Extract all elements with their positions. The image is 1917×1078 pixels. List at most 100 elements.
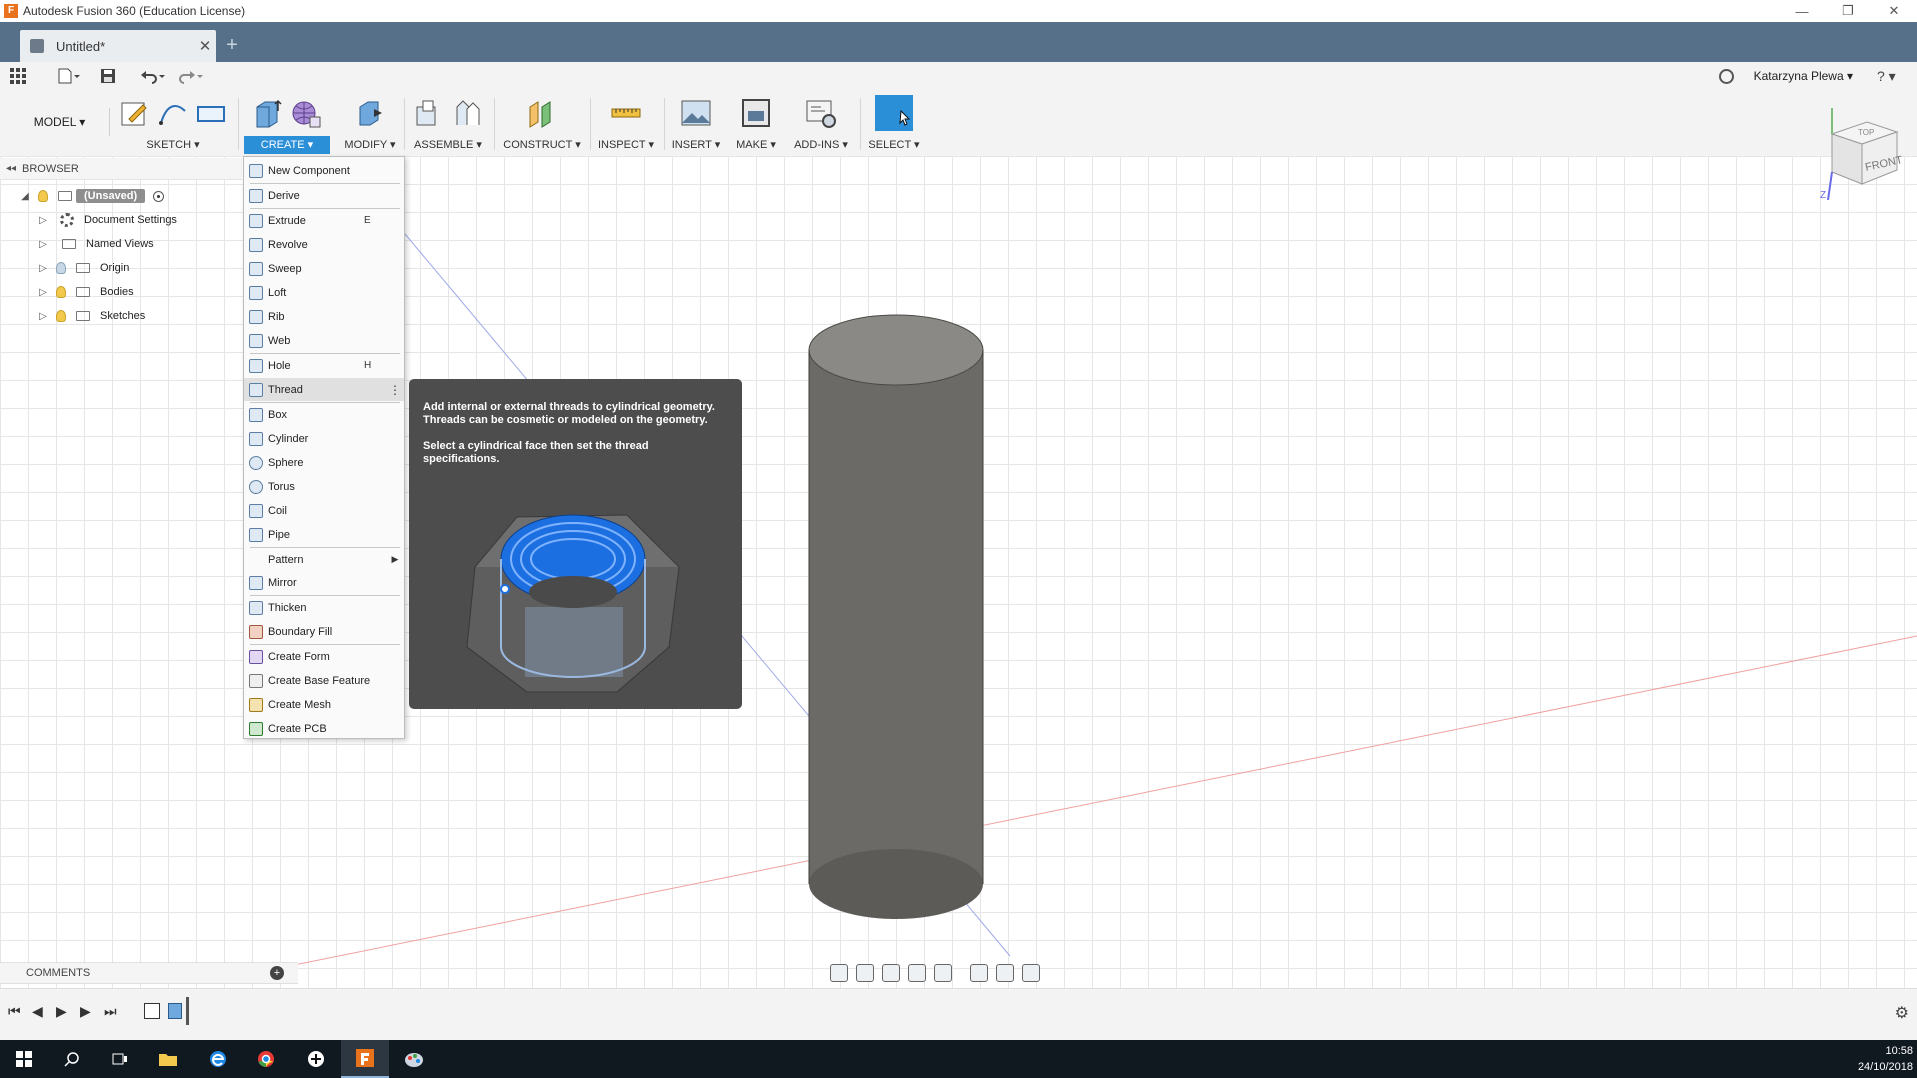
look-at-icon[interactable] [856, 964, 874, 982]
close-window-button[interactable]: ✕ [1871, 0, 1917, 22]
menu-item-thread[interactable]: Thread ⋮ [244, 378, 404, 401]
inspect-group[interactable]: INSPECT ▾ [594, 94, 658, 154]
display-settings-icon[interactable] [970, 964, 988, 982]
menu-item-thicken[interactable]: Thicken [244, 596, 404, 619]
file-explorer-icon[interactable] [144, 1040, 192, 1078]
extrude-icon[interactable] [252, 97, 284, 129]
menu-item-coil[interactable]: Coil [244, 499, 404, 522]
modify-menu-label[interactable]: MODIFY ▾ [340, 136, 400, 154]
joint-icon[interactable] [451, 97, 483, 129]
save-icon[interactable] [100, 64, 116, 88]
visibility-bulb-icon[interactable] [38, 190, 48, 202]
sketch-menu-label[interactable]: SKETCH ▾ [112, 136, 234, 154]
menu-item-sweep[interactable]: Sweep [244, 257, 404, 280]
scripts-addins-icon[interactable] [805, 97, 837, 129]
system-clock[interactable]: 10:58 24/10/2018 [1858, 1043, 1913, 1075]
browser-item-named-views[interactable]: ▷ Named Views [0, 232, 242, 256]
cylinder-body[interactable] [808, 314, 984, 919]
create-group[interactable]: CREATE ▾ [244, 94, 330, 154]
data-panel-grid-icon[interactable] [10, 64, 26, 88]
menu-item-sphere[interactable]: Sphere [244, 451, 404, 474]
menu-item-loft[interactable]: Loft [244, 281, 404, 304]
orbit-icon[interactable] [830, 964, 848, 982]
visibility-bulb-icon[interactable] [56, 286, 66, 298]
viewcube-top-label[interactable]: TOP [1858, 128, 1874, 137]
timeline-last-icon[interactable]: ⏭ [104, 1003, 117, 1020]
browser-item-bodies[interactable]: ▷ Bodies [0, 280, 242, 304]
timeline-first-icon[interactable]: ⏮ [8, 1003, 21, 1020]
expand-arrow-icon[interactable]: ▷ [36, 287, 50, 298]
menu-item-create-base-feature[interactable]: Create Base Feature [244, 669, 404, 692]
expand-root-icon[interactable]: ◢ [18, 191, 32, 202]
browser-item-sketches[interactable]: ▷ Sketches [0, 304, 242, 328]
activate-component-icon[interactable] [153, 190, 165, 202]
zoom-icon[interactable] [908, 964, 926, 982]
insert-menu-label[interactable]: INSERT ▾ [668, 136, 724, 154]
insert-image-icon[interactable] [680, 97, 712, 129]
press-pull-icon[interactable] [354, 97, 386, 129]
timeline-sketch-feature-icon[interactable] [144, 1003, 160, 1019]
timeline-marker[interactable] [186, 997, 189, 1025]
visibility-bulb-icon[interactable] [56, 262, 66, 274]
menu-item-pipe[interactable]: Pipe [244, 523, 404, 546]
make-group[interactable]: MAKE ▾ [730, 94, 782, 154]
menu-item-revolve[interactable]: Revolve [244, 233, 404, 256]
menu-item-new-component[interactable]: New Component [244, 159, 404, 182]
document-tab[interactable]: Untitled* ✕ [20, 30, 216, 62]
addins-menu-label[interactable]: ADD-INS ▾ [788, 136, 854, 154]
select-menu-label[interactable]: SELECT ▾ [864, 136, 924, 154]
assemble-menu-label[interactable]: ASSEMBLE ▾ [408, 136, 488, 154]
chrome-browser-icon[interactable] [242, 1040, 290, 1078]
comments-panel[interactable]: COMMENTS + [0, 962, 298, 984]
sketch-rectangle-icon[interactable] [195, 97, 227, 129]
sketch-group[interactable]: SKETCH ▾ [112, 94, 234, 154]
browser-item-document-settings[interactable]: ▷ Document Settings [0, 208, 242, 232]
job-status-clock-icon[interactable] [1718, 68, 1734, 84]
file-menu-icon[interactable] [58, 64, 80, 88]
menu-item-extrude[interactable]: Extrude E [244, 209, 404, 232]
expand-arrow-icon[interactable]: ▷ [36, 311, 50, 322]
redo-icon[interactable] [178, 64, 204, 88]
viewcube[interactable]: TOP FRONT Z [1812, 104, 1904, 204]
assemble-group[interactable]: ASSEMBLE ▾ [408, 94, 488, 154]
menu-item-boundary-fill[interactable]: Boundary Fill [244, 620, 404, 643]
zoom-window-icon[interactable] [934, 964, 952, 982]
menu-item-pattern[interactable]: Pattern ▶ [244, 548, 404, 571]
help-menu[interactable]: ? ▾ [1877, 68, 1917, 85]
menu-item-cylinder[interactable]: Cylinder [244, 427, 404, 450]
3d-print-icon[interactable] [740, 97, 772, 129]
select-group[interactable]: SELECT ▾ [864, 94, 924, 154]
restore-button[interactable]: ❐ [1825, 0, 1871, 22]
pan-hand-icon[interactable] [882, 964, 900, 982]
menu-item-mirror[interactable]: Mirror [244, 571, 404, 594]
menu-item-create-mesh[interactable]: Create Mesh [244, 693, 404, 716]
new-tab-button[interactable]: + [220, 34, 244, 58]
task-view-icon[interactable] [96, 1040, 144, 1078]
grid-settings-icon[interactable] [996, 964, 1014, 982]
close-tab-icon[interactable]: ✕ [194, 37, 216, 55]
timeline-settings-gear-icon[interactable]: ⚙ [1895, 1003, 1909, 1023]
menu-item-create-form[interactable]: Create Form [244, 645, 404, 668]
pinned-app-icon[interactable] [292, 1040, 340, 1078]
expand-arrow-icon[interactable]: ▷ [36, 215, 50, 226]
create-menu-label[interactable]: CREATE ▾ [244, 136, 330, 154]
timeline-next-icon[interactable]: ▶ [80, 1003, 91, 1020]
new-component-icon[interactable] [413, 97, 445, 129]
expand-arrow-icon[interactable]: ▷ [36, 239, 50, 250]
create-sketch-icon[interactable] [119, 97, 151, 129]
visibility-bulb-icon[interactable] [56, 310, 66, 322]
sketch-line-icon[interactable] [157, 97, 189, 129]
select-icon[interactable] [875, 95, 913, 131]
start-windows-icon[interactable] [0, 1040, 48, 1078]
viewports-icon[interactable] [1022, 964, 1040, 982]
modify-group[interactable]: MODIFY ▾ [340, 94, 400, 154]
edge-browser-icon[interactable] [194, 1040, 242, 1078]
menu-item-create-pcb[interactable]: Create PCB [244, 717, 404, 740]
timeline-previous-icon[interactable]: ◀ [32, 1003, 43, 1020]
menu-item-web[interactable]: Web [244, 329, 404, 352]
workspace-switcher[interactable]: MODEL ▾ [10, 108, 110, 136]
construct-group[interactable]: CONSTRUCT ▾ [500, 94, 584, 154]
measure-icon[interactable] [610, 97, 642, 129]
offset-plane-icon[interactable] [526, 97, 558, 129]
menu-item-torus[interactable]: Torus [244, 475, 404, 498]
